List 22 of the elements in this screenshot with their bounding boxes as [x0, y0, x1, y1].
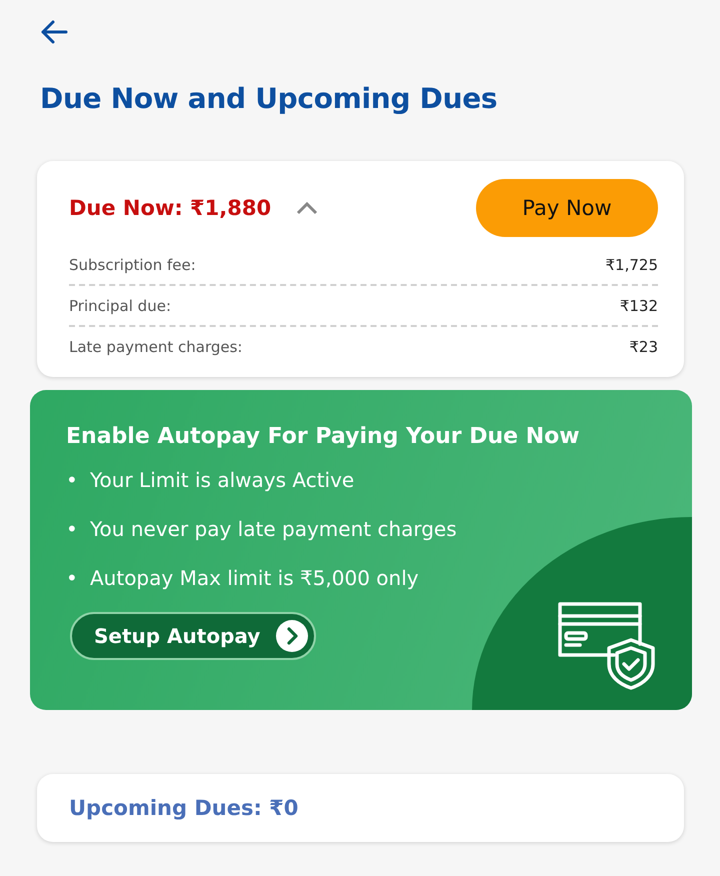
due-now-amount: Due Now: ₹1,880 [69, 196, 272, 220]
charge-amount: ₹1,725 [606, 256, 658, 274]
chevron-icon[interactable] [295, 201, 320, 215]
bullet-mark: • [66, 467, 79, 493]
charge-amount: ₹23 [629, 338, 658, 356]
benefit-text: Autopay Max limit is ₹5,000 only [90, 565, 419, 591]
setup-autopay-button[interactable]: Setup Autopay [70, 612, 316, 660]
bullet-mark: • [66, 565, 79, 591]
charge-label: Subscription fee: [69, 256, 196, 274]
benefit-text: You never pay late payment charges [90, 516, 457, 542]
charge-amount: ₹132 [620, 297, 658, 315]
page-title: Due Now and Upcoming Dues [40, 82, 498, 115]
chevron-right-icon [276, 620, 308, 652]
bullet-mark: • [66, 516, 79, 542]
charge-label: Late payment charges: [69, 338, 242, 356]
card-shield-icon [556, 600, 656, 690]
pay-now-button[interactable]: Pay Now [476, 179, 658, 237]
charge-label: Principal due: [69, 297, 171, 315]
benefit-text: Your Limit is always Active [90, 467, 354, 493]
banner-title: Enable Autopay For Paying Your Due Now [66, 424, 581, 449]
upcoming-dues-amount: Upcoming Dues: ₹0 [69, 796, 298, 820]
upcoming-card[interactable]: Upcoming Dues: ₹0 [37, 774, 684, 842]
